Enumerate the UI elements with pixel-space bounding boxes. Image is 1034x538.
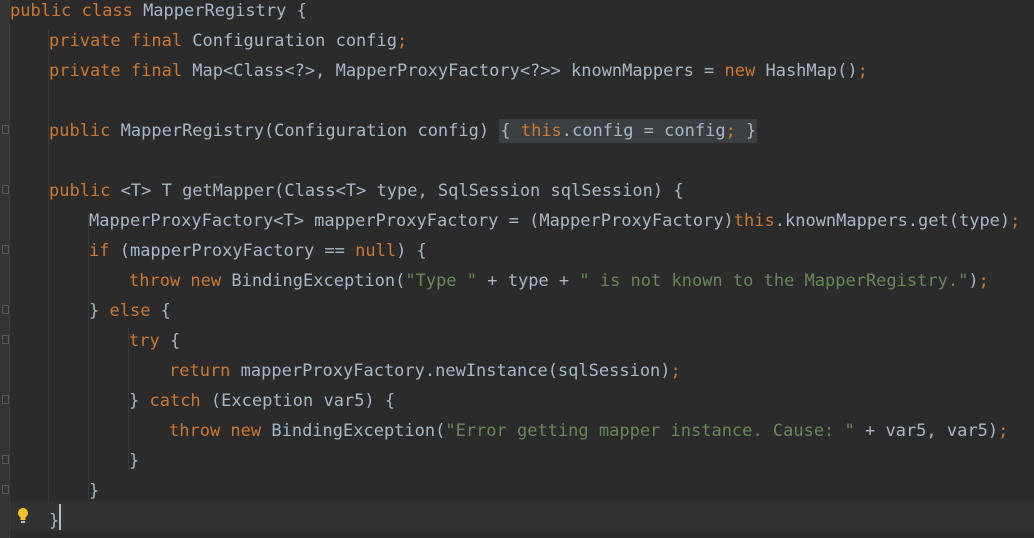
code-token: public class xyxy=(10,1,144,21)
code-token: try xyxy=(129,331,170,351)
code-token: public xyxy=(49,181,121,201)
code-token: BindingException( xyxy=(231,271,406,291)
code-token: + type + xyxy=(477,271,580,291)
code-token: mapperProxyFactory.newInstance(sqlSessio… xyxy=(240,361,671,381)
code-text: throw new BindingException("Error gettin… xyxy=(169,416,1008,446)
code-token: BindingException( xyxy=(271,421,446,441)
code-token: return xyxy=(169,361,241,381)
code-token: public xyxy=(49,121,121,141)
code-token: <T> T getMapper(Class<T> type, SqlSessio… xyxy=(120,181,684,201)
code-token: Map<Class<?>, MapperProxyFactory<?>> kno… xyxy=(192,61,725,81)
code-token: if xyxy=(89,241,120,261)
code-token: this xyxy=(733,211,775,231)
code-text: if (mapperProxyFactory == null) { xyxy=(89,236,427,266)
code-text: throw new BindingException("Type " + typ… xyxy=(129,266,989,296)
code-token: else xyxy=(109,301,161,321)
code-token: ) xyxy=(968,271,979,291)
code-text: return mapperProxyFactory.newInstance(sq… xyxy=(169,356,681,386)
code-token: ; xyxy=(1010,211,1021,231)
code-line[interactable]: } xyxy=(0,446,1034,476)
code-line[interactable]: } xyxy=(0,506,1034,536)
code-line[interactable]: public MapperRegistry(Configuration conf… xyxy=(0,116,1034,146)
code-token: throw new xyxy=(169,421,272,441)
code-line[interactable]: MapperProxyFactory<T> mapperProxyFactory… xyxy=(0,206,1034,236)
code-token: new xyxy=(724,61,766,81)
code-token: ; xyxy=(857,61,868,81)
code-text: } catch (Exception var5) { xyxy=(129,386,395,416)
code-text: } xyxy=(129,446,139,476)
code-token: " is not known to the MapperRegistry." xyxy=(579,271,969,291)
code-token: } xyxy=(735,121,757,141)
code-token: } xyxy=(89,301,110,321)
code-token: ; xyxy=(670,361,681,381)
code-text: } xyxy=(89,476,99,506)
folded-region[interactable]: { this.config = config; } xyxy=(499,119,758,143)
code-editor[interactable]: public class MapperRegistry {private fin… xyxy=(0,0,1034,538)
code-token: (mapperProxyFactory == xyxy=(119,241,356,261)
code-token: throw new xyxy=(129,271,232,291)
code-text: public MapperRegistry(Configuration conf… xyxy=(49,116,758,146)
code-token: ; xyxy=(397,31,408,51)
code-token: } xyxy=(129,451,140,471)
code-token: private final xyxy=(49,31,193,51)
code-token: ; xyxy=(978,271,989,291)
code-line[interactable]: if (mapperProxyFactory == null) { xyxy=(0,236,1034,266)
code-line[interactable] xyxy=(0,86,1034,116)
code-line[interactable]: } catch (Exception var5) { xyxy=(0,386,1034,416)
code-line[interactable]: public <T> T getMapper(Class<T> type, Sq… xyxy=(0,176,1034,206)
code-token: { xyxy=(169,331,181,351)
code-token: private final xyxy=(49,61,193,81)
code-token: + var5, var5) xyxy=(854,421,999,441)
code-text: try { xyxy=(129,326,180,356)
code-line[interactable]: public class MapperRegistry { xyxy=(0,0,1034,26)
code-token: ) { xyxy=(396,241,427,261)
code-text: private final Map<Class<?>, MapperProxyF… xyxy=(49,56,868,86)
code-token: Configuration config xyxy=(192,31,397,51)
code-text: } xyxy=(49,506,59,536)
code-text: } else { xyxy=(89,296,171,326)
code-line[interactable]: try { xyxy=(0,326,1034,356)
code-token: this xyxy=(520,121,562,141)
code-token: ; xyxy=(998,421,1009,441)
code-line[interactable]: private final Map<Class<?>, MapperProxyF… xyxy=(0,56,1034,86)
code-token: { xyxy=(160,301,171,321)
code-token: } xyxy=(89,481,100,501)
code-text: private final Configuration config; xyxy=(49,26,407,56)
code-token: "Type " xyxy=(405,271,478,291)
code-token: null xyxy=(355,241,397,261)
code-text: public <T> T getMapper(Class<T> type, Sq… xyxy=(49,176,684,206)
code-line[interactable]: } xyxy=(0,476,1034,506)
code-line[interactable]: return mapperProxyFactory.newInstance(sq… xyxy=(0,356,1034,386)
code-token: { xyxy=(500,121,521,141)
code-token: "Error getting mapper instance. Cause: " xyxy=(445,421,855,441)
code-token: .config = config xyxy=(561,121,726,141)
code-line[interactable] xyxy=(0,146,1034,176)
code-token: ; xyxy=(725,121,736,141)
code-token: } xyxy=(129,391,150,411)
code-line[interactable]: throw new BindingException("Type " + typ… xyxy=(0,266,1034,296)
code-line[interactable]: } else { xyxy=(0,296,1034,326)
text-cursor xyxy=(59,504,61,530)
code-line[interactable]: throw new BindingException("Error gettin… xyxy=(0,416,1034,446)
code-text: MapperProxyFactory<T> mapperProxyFactory… xyxy=(89,206,1020,236)
code-text: public class MapperRegistry { xyxy=(10,0,307,26)
code-token: MapperRegistry { xyxy=(143,1,307,21)
code-token: MapperProxyFactory<T> mapperProxyFactory… xyxy=(89,211,734,231)
code-token: HashMap() xyxy=(765,61,858,81)
code-token: .knownMappers.get(type) xyxy=(774,211,1011,231)
code-token: MapperRegistry(Configuration config) xyxy=(120,121,500,141)
code-token: } xyxy=(49,511,60,531)
code-token: (Exception var5) { xyxy=(210,391,396,411)
code-token: catch xyxy=(149,391,211,411)
code-line[interactable]: private final Configuration config; xyxy=(0,26,1034,56)
lightbulb-icon[interactable] xyxy=(17,507,29,525)
